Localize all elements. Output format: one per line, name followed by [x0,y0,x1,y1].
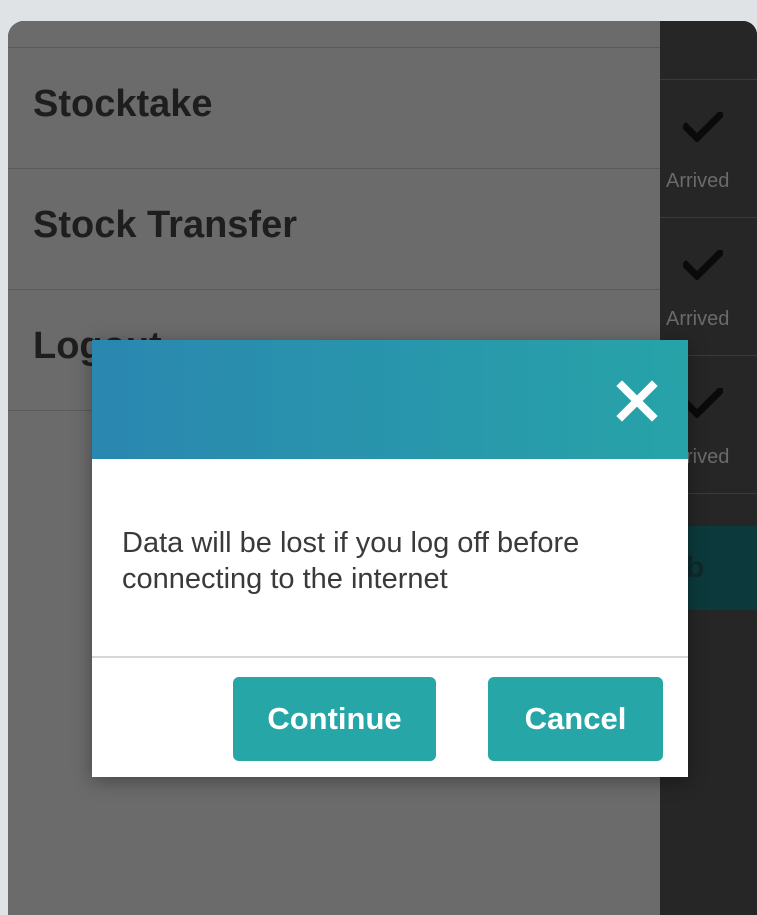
menu-item-label: Stock Transfer [33,204,297,246]
dialog-message: Data will be lost if you log off before … [122,527,580,595]
list-item[interactable]: Arrived [660,79,757,217]
continue-button[interactable]: Continue [233,677,436,761]
check-icon [683,112,723,142]
check-icon [683,388,723,418]
list-item[interactable]: Arrived [660,217,757,355]
dialog-header [92,340,688,459]
dialog-divider [92,656,688,658]
status-label: Arrived [666,308,730,330]
status-label: Arrived [666,170,730,192]
logout-confirm-dialog: Data will be lost if you log off before … [92,340,688,777]
check-icon [683,250,723,280]
close-icon[interactable] [616,380,658,422]
menu-item-stocktake[interactable]: Stocktake [8,48,660,169]
background-button[interactable]: b [682,526,757,610]
cancel-button[interactable]: Cancel [488,677,663,761]
menu-item-stock-transfer[interactable]: Stock Transfer [8,169,660,290]
menu-item-label: Stocktake [33,83,213,125]
